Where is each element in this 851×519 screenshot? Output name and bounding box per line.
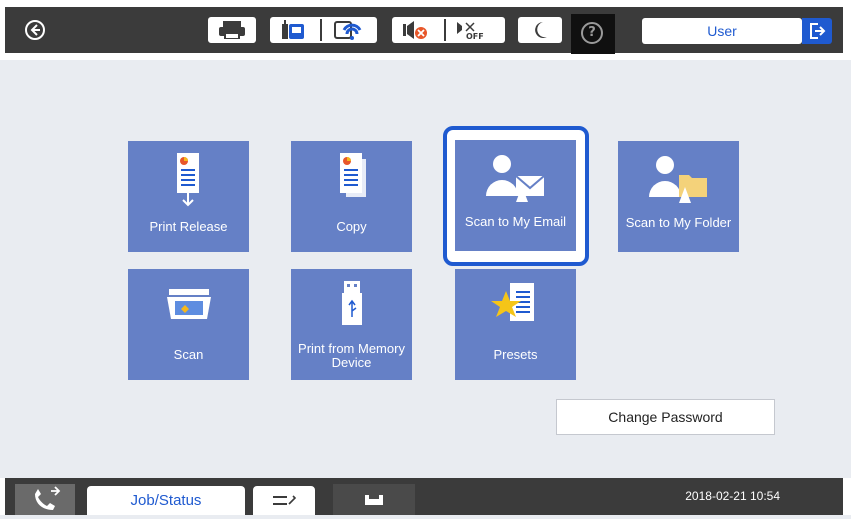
scan-to-email-icon (455, 150, 576, 210)
tile-label: Scan to My Folder (625, 215, 732, 230)
fax-log-icon (35, 486, 61, 510)
divider (444, 19, 446, 41)
logout-button[interactable] (802, 18, 832, 44)
scan-icon (128, 279, 249, 339)
printer-icon (217, 20, 247, 40)
user-button[interactable]: User (642, 18, 802, 44)
wifi-icon (332, 20, 362, 40)
tile-presets[interactable]: Presets (455, 269, 576, 380)
presets-star-icon (455, 279, 576, 339)
tile-print-release[interactable]: Print Release (128, 141, 249, 252)
tile-scan[interactable]: Scan (128, 269, 249, 380)
tile-label: Print Release (149, 219, 228, 234)
tile-scan-to-my-folder[interactable]: Scan to My Folder (618, 141, 739, 252)
datetime-display: 2018-02-21 10:54 (685, 489, 780, 503)
divider (320, 19, 322, 41)
tile-label: Presets (493, 347, 538, 362)
fax-phone-icon (278, 20, 308, 40)
back-icon[interactable] (25, 20, 45, 40)
tile-label: Copy (336, 219, 367, 234)
stop-icon (273, 495, 297, 505)
mute-icon (400, 20, 430, 40)
printer-status-button[interactable] (208, 17, 256, 43)
sound-off-icon: OFF (454, 20, 494, 41)
paper-tray-button[interactable] (333, 484, 415, 515)
help-icon: ? (581, 22, 603, 44)
scan-to-folder-icon (618, 151, 739, 211)
help-button[interactable]: ? (571, 14, 615, 54)
paper-tray-icon (365, 495, 383, 505)
logout-icon (810, 23, 826, 39)
tile-label: Scan (173, 347, 204, 362)
sleep-button[interactable] (518, 17, 562, 43)
tile-label: Print from Memory Device (298, 341, 405, 370)
sleep-moon-icon (525, 20, 555, 40)
usb-memory-icon (291, 279, 412, 339)
print-release-icon (128, 151, 249, 211)
tile-copy[interactable]: Copy (291, 141, 412, 252)
copy-icon (291, 151, 412, 211)
tile-print-from-memory-device[interactable]: Print from Memory Device (291, 269, 412, 380)
job-status-button[interactable]: Job/Status (87, 486, 245, 515)
bottom-bar: Job/Status 2018-02-21 10:54 (0, 478, 851, 515)
network-status-button[interactable] (270, 17, 377, 43)
top-status-bar: OFF ? User (0, 0, 851, 60)
fax-log-button[interactable] (15, 484, 75, 515)
sound-off-label: OFF (466, 32, 484, 40)
top-bar-background: OFF ? User (5, 7, 843, 54)
change-password-button[interactable]: Change Password (556, 399, 775, 435)
stop-button[interactable] (253, 486, 315, 515)
tile-label: Scan to My Email (464, 214, 567, 229)
tile-scan-to-my-email[interactable]: Scan to My Email (455, 140, 576, 251)
sound-status-button[interactable]: OFF (392, 17, 505, 43)
bottom-bar-background: Job/Status 2018-02-21 10:54 (5, 478, 843, 515)
